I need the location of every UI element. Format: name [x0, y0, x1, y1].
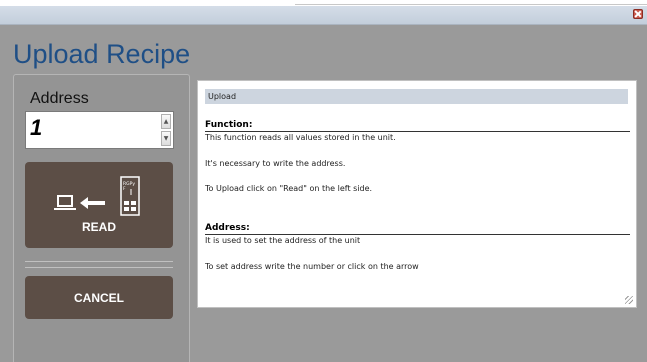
cancel-button[interactable]: CANCEL [25, 276, 173, 319]
laptop-icon [54, 195, 76, 210]
address-input[interactable]: 1 ▲ ▼ [25, 111, 174, 149]
help-line: It's necessary to write the address. [205, 159, 346, 168]
help-heading-address: Address: [205, 223, 250, 233]
address-value[interactable]: 1 [30, 115, 42, 141]
arrow-left-icon [80, 197, 105, 209]
help-rule [205, 234, 630, 235]
title-bar [0, 6, 647, 25]
read-button[interactable]: RGPy F READ [25, 162, 173, 248]
help-panel[interactable]: Upload Function: This function reads all… [197, 80, 637, 308]
upload-from-device-icon: RGPy F [54, 176, 140, 216]
help-rule [205, 131, 630, 132]
resize-grip-icon[interactable] [625, 296, 633, 304]
help-header: Upload [205, 89, 628, 104]
separator [25, 261, 173, 268]
help-line: To Upload click on "Read" on the left si… [205, 184, 373, 193]
spin-up-icon[interactable]: ▲ [161, 114, 171, 129]
close-icon[interactable] [633, 9, 643, 19]
address-label: Address [30, 90, 89, 107]
help-heading-function: Function: [205, 120, 253, 130]
page-title: Upload Recipe [13, 39, 191, 69]
help-line: It is used to set the address of the uni… [205, 236, 361, 245]
spin-down-icon[interactable]: ▼ [161, 131, 171, 146]
help-line: To set address write the number or click… [205, 262, 419, 271]
read-button-label: READ [81, 220, 116, 234]
help-line: This function reads all values stored in… [205, 133, 396, 142]
device-label: RGPy F [123, 181, 135, 192]
top-notch [295, 0, 647, 5]
cancel-button-label: CANCEL [74, 291, 124, 305]
